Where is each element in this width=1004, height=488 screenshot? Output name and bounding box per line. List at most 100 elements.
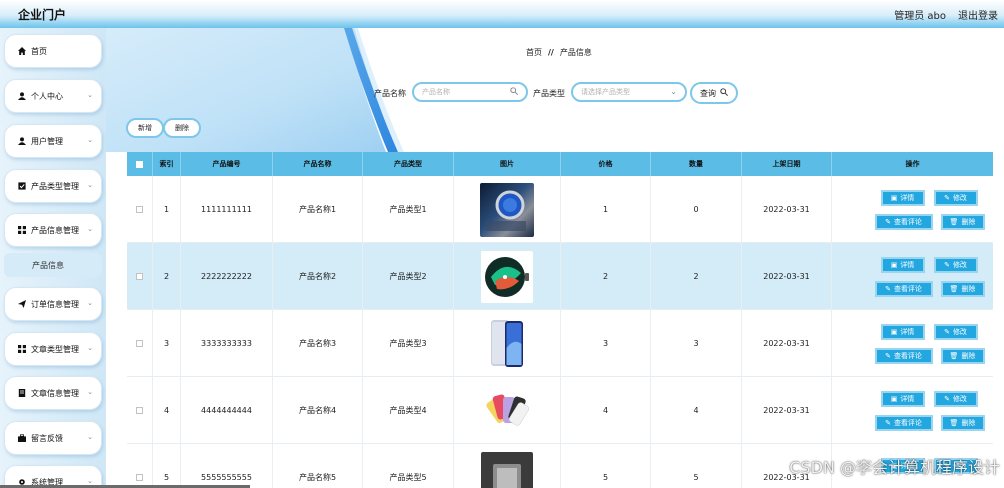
cell-qty: 3 bbox=[651, 310, 742, 377]
row-delete-button[interactable]: 🗑 删除 bbox=[940, 347, 985, 364]
comments-button[interactable]: ✎ 查看评论 bbox=[874, 414, 933, 431]
edit-button[interactable]: ✎ 修改 bbox=[933, 390, 978, 407]
sidebar-item-users[interactable]: 用户管理 ⌄ bbox=[4, 124, 102, 158]
table-header: 索引 产品编号 产品名称 产品类型 图片 价格 数量 上架日期 操作 bbox=[127, 152, 993, 176]
detail-button[interactable]: ▣ 详情 bbox=[880, 323, 925, 340]
phone-image[interactable] bbox=[481, 317, 533, 370]
detail-button[interactable]: ▣ 详情 bbox=[880, 189, 925, 206]
row-checkbox[interactable] bbox=[136, 273, 143, 280]
admin-user-label[interactable]: 管理员 abo bbox=[894, 7, 946, 22]
product-name-input[interactable]: 产品名称 bbox=[412, 82, 528, 102]
iphone-colors-image[interactable] bbox=[481, 384, 533, 437]
row-delete-button[interactable]: 🗑 删除 bbox=[940, 280, 985, 297]
background-decoration bbox=[106, 28, 404, 152]
top-header: 企业门户 管理员 abo 退出登录 bbox=[0, 0, 1004, 28]
row-delete-button[interactable]: 🗑 删除 bbox=[940, 213, 985, 230]
detail-button-label: 详情 bbox=[900, 193, 915, 202]
sidebar-item-home[interactable]: 首页 bbox=[4, 34, 102, 68]
row-delete-button[interactable]: 🗑 删除 bbox=[940, 414, 985, 431]
edit-icon: ✎ bbox=[944, 260, 950, 269]
cell-type: 产品类型3 bbox=[363, 310, 454, 377]
brand-title: 企业门户 bbox=[18, 8, 67, 22]
breadcrumb: 首页 // 产品信息 bbox=[526, 47, 592, 58]
sidebar-item-label: 首页 bbox=[31, 46, 47, 56]
edit-button-label: 修改 bbox=[952, 327, 967, 336]
edit-button-label: 修改 bbox=[952, 193, 967, 202]
chevron-down-icon: ⌄ bbox=[87, 388, 93, 396]
edit-button[interactable]: ✎ 修改 bbox=[933, 323, 978, 340]
table-row: 2 2222222222 产品名称2 产品类型2 2 2 2022-03-31 … bbox=[127, 243, 993, 310]
sidebar-subitem-product-info[interactable]: 产品信息 bbox=[4, 253, 102, 277]
comments-button-label: 查看评论 bbox=[893, 284, 922, 293]
row-checkbox[interactable] bbox=[136, 407, 143, 414]
cell-price: 3 bbox=[561, 310, 651, 377]
header-price: 价格 bbox=[561, 152, 651, 176]
sidebar-item-label: 产品信息管理 bbox=[31, 225, 79, 235]
breadcrumb-home[interactable]: 首页 bbox=[526, 48, 542, 57]
cell-price: 1 bbox=[561, 176, 651, 243]
comments-button-label: 查看评论 bbox=[893, 418, 922, 427]
sidebar-item-label: 文章类型管理 bbox=[31, 344, 79, 354]
cell-date: 2022-03-31 bbox=[742, 310, 832, 377]
comments-button[interactable]: ✎ 查看评论 bbox=[874, 347, 933, 364]
product-type-placeholder: 请选择产品类型 bbox=[581, 88, 630, 96]
chevron-down-icon: ⌄ bbox=[87, 433, 93, 441]
trash-icon: 🗑 bbox=[949, 284, 959, 293]
header-type: 产品类型 bbox=[363, 152, 454, 176]
row-checkbox[interactable] bbox=[136, 206, 143, 213]
sidebar-item-label: 个人中心 bbox=[31, 91, 63, 101]
cell-price: 5 bbox=[561, 444, 651, 488]
query-button-label: 查询 bbox=[700, 88, 716, 98]
cell-qty: 2 bbox=[651, 243, 742, 310]
detail-icon: ▣ bbox=[890, 193, 898, 202]
edit-button[interactable]: ✎ 修改 bbox=[933, 256, 978, 273]
edit-button[interactable]: ✎ 修改 bbox=[933, 189, 978, 206]
sidebar-item-articles[interactable]: 文章信息管理 ⌄ bbox=[4, 376, 102, 410]
comments-button[interactable]: ✎ 查看评论 bbox=[874, 213, 933, 230]
sidebar-item-orders[interactable]: 订单信息管理 ⌄ bbox=[4, 287, 102, 321]
add-button[interactable]: 新增 bbox=[126, 118, 164, 138]
cell-qty: 5 bbox=[651, 444, 742, 488]
sidebar-item-product-types[interactable]: 产品类型管理 ⌄ bbox=[4, 169, 102, 203]
detail-button[interactable]: ▣ 详情 bbox=[880, 256, 925, 273]
sidebar-item-article-types[interactable]: 文章类型管理 ⌄ bbox=[4, 332, 102, 366]
header-image: 图片 bbox=[454, 152, 561, 176]
detail-button[interactable]: ▣ 详情 bbox=[880, 390, 925, 407]
sidebar-item-label: 留言反馈 bbox=[31, 433, 63, 443]
cell-index: 5 bbox=[153, 444, 181, 488]
comments-button[interactable]: ✎ 查看评论 bbox=[874, 280, 933, 297]
grid-icon bbox=[17, 226, 27, 234]
sidebar-item-profile[interactable]: 个人中心 ⌄ bbox=[4, 79, 102, 113]
watchface-image[interactable] bbox=[481, 250, 533, 303]
cell-type: 产品类型5 bbox=[363, 444, 454, 488]
delete-button[interactable]: 删除 bbox=[163, 118, 201, 138]
cell-code: 5555555555 bbox=[181, 444, 273, 488]
briefcase-icon bbox=[17, 434, 27, 442]
device-image[interactable] bbox=[481, 451, 533, 488]
product-name-placeholder: 产品名称 bbox=[422, 88, 450, 96]
product-table: 索引 产品编号 产品名称 产品类型 图片 价格 数量 上架日期 操作 1 111… bbox=[127, 152, 993, 488]
sidebar: 首页 个人中心 ⌄ 用户管理 ⌄ 产品类型管理 ⌄ 产品信息管理 ⌄ 产品信息 … bbox=[0, 28, 106, 488]
cell-qty: 4 bbox=[651, 377, 742, 444]
search-icon bbox=[510, 87, 518, 97]
select-all-checkbox[interactable] bbox=[136, 160, 143, 168]
cell-name: 产品名称3 bbox=[273, 310, 363, 377]
sidebar-item-feedback[interactable]: 留言反馈 ⌄ bbox=[4, 421, 102, 455]
query-button[interactable]: 查询 bbox=[690, 82, 738, 104]
sidebar-item-product-info[interactable]: 产品信息管理 ⌄ bbox=[4, 213, 102, 247]
chevron-down-icon: ⌄ bbox=[670, 87, 677, 96]
cell-date: 2022-03-31 bbox=[742, 243, 832, 310]
cell-price: 4 bbox=[561, 377, 651, 444]
logout-link[interactable]: 退出登录 bbox=[958, 7, 998, 22]
row-checkbox[interactable] bbox=[136, 474, 143, 481]
grid-icon bbox=[17, 345, 27, 353]
detail-icon: ▣ bbox=[890, 394, 898, 403]
watermark: CSDN @李会计算机程序设计 bbox=[789, 458, 1000, 477]
row-checkbox[interactable] bbox=[136, 340, 143, 347]
watch-image[interactable] bbox=[480, 182, 534, 237]
trash-icon: 🗑 bbox=[949, 418, 959, 427]
cell-code: 3333333333 bbox=[181, 310, 273, 377]
cell-type: 产品类型2 bbox=[363, 243, 454, 310]
product-type-select[interactable]: 请选择产品类型 ⌄ bbox=[571, 82, 687, 102]
chevron-down-icon: ⌄ bbox=[87, 299, 93, 307]
